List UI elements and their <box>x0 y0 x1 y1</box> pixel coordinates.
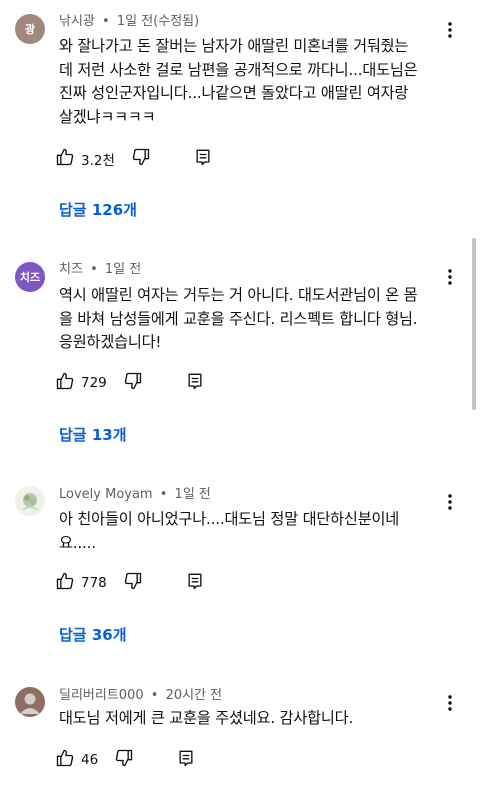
comment-text-line: 을 바쳐 남성들에게 교훈을 주신다. 리스펙트 합니다 형님. <box>59 309 418 328</box>
thumbs-down-icon <box>114 748 134 772</box>
comment-time[interactable]: 1일 전 <box>105 262 141 277</box>
comment-author[interactable]: 딜리버리트000 <box>59 688 144 703</box>
comment-text: 아 친아들이 아니었구나....대도님 정말 대단하신분이네 요..... <box>59 508 454 555</box>
thumbs-down-icon <box>131 147 151 171</box>
thumbs-down-icon <box>123 571 143 595</box>
view-replies-link[interactable]: 답글 13개 <box>59 425 127 445</box>
comment-actions: 3.2천 <box>55 146 213 172</box>
comment-actions: 778 <box>55 570 205 596</box>
thumbs-up-icon <box>55 147 75 171</box>
comment-time[interactable]: 20시간 전 <box>166 688 223 703</box>
like-button[interactable]: 46 <box>55 748 114 772</box>
like-button[interactable]: 778 <box>55 571 123 595</box>
reply-button[interactable] <box>176 748 196 772</box>
view-replies-link[interactable]: 답글 36개 <box>59 625 127 645</box>
comment-text-line: 진짜 성인군자입니다...나같으면 돌았다고 애딸린 여자랑 <box>59 84 409 102</box>
thumbs-up-icon <box>55 748 75 772</box>
comment-text-line: 와 잘나가고 돈 잘버는 남자가 애딸린 미혼녀를 거둬줬는 <box>59 37 409 55</box>
default-profile-icon <box>20 693 40 714</box>
comment-actions: 46 <box>55 747 196 773</box>
dislike-button[interactable] <box>114 748 134 772</box>
reply-button[interactable] <box>185 571 205 595</box>
separator: • <box>90 262 98 277</box>
separator: • <box>150 688 159 703</box>
comment-meta: 딜리버리트000 • 20시간 전 <box>59 688 222 704</box>
avatar[interactable] <box>15 687 45 717</box>
thumbs-down-icon <box>123 371 143 395</box>
like-count: 729 <box>81 375 107 391</box>
comment-text-line: 아 친아들이 아니었구나....대도님 정말 대단하신분이네 <box>59 510 400 528</box>
reply-button[interactable] <box>193 147 213 171</box>
comment-text-line: 데 저런 사소한 걸로 남편을 공개적으로 까다니...대도님은 <box>59 60 418 79</box>
avatar-initial: 치즈 <box>19 271 41 284</box>
comment-text-line: 응원하겠습니다! <box>59 333 162 351</box>
like-button[interactable]: 3.2천 <box>55 147 131 171</box>
dislike-button[interactable] <box>131 147 151 171</box>
reply-comment-icon <box>185 571 205 595</box>
dislike-button[interactable] <box>123 571 143 595</box>
comment-author[interactable]: 낚시광 <box>59 14 95 29</box>
reply-comment-icon <box>185 371 205 395</box>
like-count: 46 <box>81 752 99 768</box>
comment-actions: 729 <box>55 370 205 396</box>
reply-button[interactable] <box>185 371 205 395</box>
thumbs-up-icon <box>55 371 75 395</box>
comment-time[interactable]: 1일 전 <box>175 487 211 502</box>
comment-meta: Lovely Moyam • 1일 전 <box>59 487 211 503</box>
comment-text: 역시 애딸린 여자는 거두는 거 아니다. 대도서관님이 온 몸 을 바쳐 남성… <box>59 284 454 355</box>
profile-photo-icon <box>15 486 45 516</box>
reply-comment-icon <box>193 147 213 171</box>
comment-text-line: 역시 애딸린 여자는 거두는 거 아니다. 대도서관님이 온 몸 <box>59 286 418 304</box>
separator: • <box>102 14 110 29</box>
comment-text-line: 살겠냐ㅋㅋㅋㅋ <box>59 107 156 126</box>
reply-comment-icon <box>176 748 196 772</box>
comment-text-line: 대도님 저에게 큰 교훈을 주셨네요. 감사합니다. <box>59 709 354 727</box>
avatar-initial: 광 <box>24 23 36 36</box>
avatar[interactable]: 치즈 <box>15 262 45 292</box>
comment-author[interactable]: Lovely Moyam <box>59 487 153 502</box>
thumbs-up-icon <box>55 571 75 595</box>
like-count: 3.2천 <box>81 153 115 169</box>
avatar[interactable]: 광 <box>15 14 45 44</box>
comment-text: 대도님 저에게 큰 교훈을 주셨네요. 감사합니다. <box>59 707 454 731</box>
separator: • <box>159 487 168 502</box>
comment-text: 와 잘나가고 돈 잘버는 남자가 애딸린 미혼녀를 거둬줬는 데 저런 사소한 … <box>59 35 454 129</box>
comment-meta: 낚시광 • 1일 전(수정됨) <box>59 14 199 30</box>
comment-meta: 치즈 • 1일 전 <box>59 262 141 278</box>
dislike-button[interactable] <box>123 371 143 395</box>
view-replies-link[interactable]: 답글 126개 <box>59 200 137 220</box>
like-count: 778 <box>81 575 107 591</box>
comment-text-line: 요..... <box>59 533 96 552</box>
comment-time[interactable]: 1일 전(수정됨) <box>117 14 199 29</box>
scrollbar[interactable] <box>472 238 476 410</box>
like-button[interactable]: 729 <box>55 371 123 395</box>
comment-author[interactable]: 치즈 <box>59 262 83 277</box>
avatar[interactable] <box>15 486 45 516</box>
